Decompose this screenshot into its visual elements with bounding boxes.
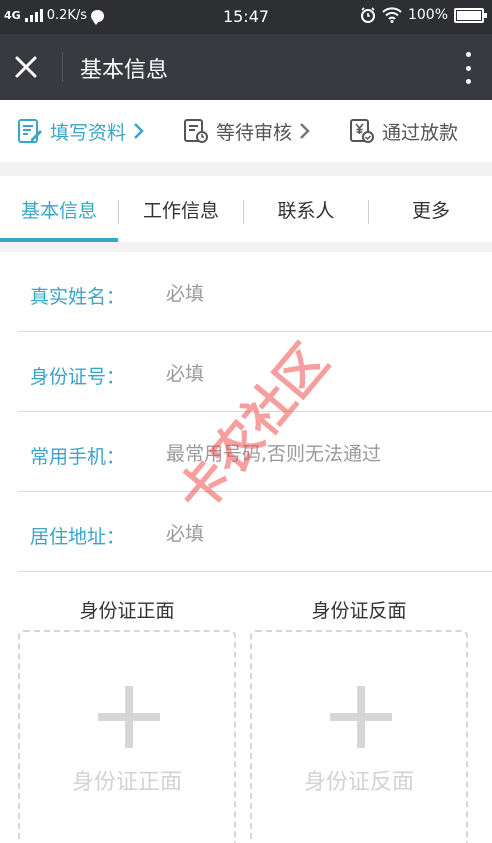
id-back-title: 身份证反面 [311, 600, 407, 622]
id-front-title: 身份证正面 [79, 600, 175, 622]
step-loan-approved: 通过放款 [348, 116, 458, 146]
step-label: 等待审核 [216, 121, 293, 144]
tab-divider [118, 200, 119, 224]
step-fill-info: 填写资料 [16, 116, 146, 146]
edit-form-icon [18, 119, 42, 143]
id-back-hint: 身份证反面 [303, 770, 414, 795]
form-row-real-name: 真实姓名： [18, 252, 492, 332]
status-right: 100% [360, 7, 487, 23]
plus-icon [330, 686, 392, 748]
tab-divider [368, 200, 369, 224]
step-label: 填写资料 [50, 121, 127, 144]
yen-doc-icon [350, 119, 374, 143]
plus-icon [98, 686, 160, 748]
real-name-input[interactable] [166, 278, 416, 310]
tab-basic-info[interactable]: 基本信息 [0, 176, 118, 242]
page-title: 基本信息 [80, 58, 169, 83]
step-label: 通过放款 [382, 121, 459, 144]
real-name-label: 真实姓名： [30, 286, 126, 308]
tab-divider [243, 200, 244, 224]
id-front-upload[interactable]: 身份证正面 [18, 630, 236, 843]
title-bar: 基本信息 [0, 34, 492, 100]
phone-label: 常用手机： [30, 446, 126, 468]
alarm-icon [360, 7, 375, 23]
form-row-id-number: 身份证号： [18, 332, 492, 412]
chevron-right-icon [134, 123, 144, 139]
more-vertical-icon[interactable] [462, 52, 474, 84]
tab-more[interactable]: 更多 [370, 176, 492, 242]
wifi-icon [382, 7, 402, 23]
id-number-label: 身份证号： [30, 366, 126, 388]
chevron-right-icon [300, 123, 310, 139]
battery-percent: 100% [407, 7, 448, 23]
status-bar: 4G 0.2K/s 15:47 100% [0, 0, 492, 34]
basic-info-form: 真实姓名： 身份证号： 常用手机： 居住地址： 身份证正面 身份证正面 身份证反… [0, 252, 492, 843]
title-divider [62, 52, 63, 82]
id-front-hint: 身份证正面 [71, 770, 182, 795]
id-back-upload[interactable]: 身份证反面 [250, 630, 468, 843]
form-row-address: 居住地址： [18, 492, 492, 572]
form-row-phone: 常用手机： [18, 412, 492, 492]
id-number-input[interactable] [166, 358, 416, 390]
close-icon[interactable] [10, 51, 42, 83]
phone-input[interactable] [166, 438, 416, 470]
battery-icon [454, 7, 487, 23]
clock-doc-icon [184, 119, 208, 143]
tab-contacts[interactable]: 联系人 [244, 176, 368, 242]
tab-bar: 基本信息 工作信息 联系人 更多 [0, 176, 492, 242]
address-label: 居住地址： [30, 526, 126, 548]
tab-work-info[interactable]: 工作信息 [120, 176, 242, 242]
address-input[interactable] [166, 518, 416, 550]
progress-steps: 填写资料 等待审核 通过放款 [0, 100, 492, 162]
active-tab-indicator [0, 238, 118, 242]
step-await-review: 等待审核 [182, 116, 312, 146]
